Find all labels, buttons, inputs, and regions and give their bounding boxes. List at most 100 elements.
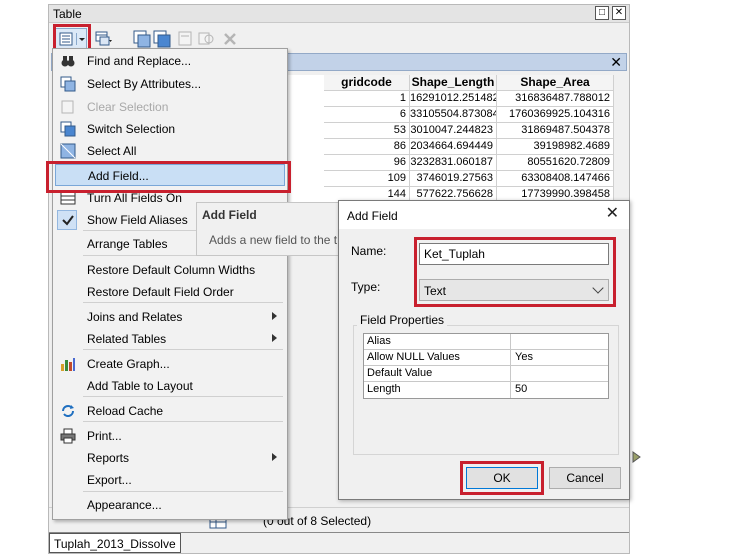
menu-item-reload-cache[interactable]: Reload Cache [55,400,285,422]
menu-item-label: Reports [87,451,130,465]
menu-item-label: Appearance... [87,498,162,512]
menu-item-add-table-to-layout[interactable]: Add Table to Layout [55,375,285,397]
menu-item-clear-selection: Clear Selection [55,96,285,118]
table-cell: 63308408.147466 [497,171,614,187]
menu-item-appearance[interactable]: Appearance... [55,494,285,516]
dialog-close-button[interactable]: ✕ [606,205,619,223]
table-tab[interactable]: Tuplah_2013_Dissolve [49,533,181,553]
grid-header-row: gridcode Shape_Length Shape_Area [287,75,627,91]
property-value[interactable]: 50 [512,382,527,398]
column-header[interactable]: gridcode [324,75,410,91]
menu-item-label: Restore Default Field Order [87,285,234,299]
window-title: Table [53,7,82,21]
table-cell: 39198982.4689 [497,139,614,155]
ok-button[interactable]: OK [466,467,538,489]
property-row[interactable]: Length 50 [364,382,608,398]
menu-item-label: Find and Replace... [87,54,192,68]
property-key: Length [364,382,511,398]
type-label: Type: [351,280,381,294]
select-attributes-icon [60,76,76,92]
menu-item-print[interactable]: Print... [55,425,285,447]
menu-item-label: Show Field Aliases [87,213,188,227]
menu-item-restore-default-column-widths[interactable]: Restore Default Column Widths [55,259,285,281]
table-cell: 2034664.694449 [410,139,497,155]
table-row[interactable]: 86 2034664.694449 39198982.4689 [287,139,627,155]
field-properties-table: Alias Allow NULL Values Yes Default Value Le… [363,333,609,399]
table-options-menu: Find and Replace... Select By Attributes.… [46,48,291,520]
table-row[interactable]: 1 16291012.251482 316836487.788012 [287,91,627,107]
field-name-input[interactable] [419,243,609,265]
tab-close-button[interactable]: ✕ [610,54,622,70]
property-key: Allow NULL Values [364,350,511,366]
related-tables-icon[interactable] [95,30,113,48]
column-header[interactable]: Shape_Area [497,75,614,91]
dialog-body: Name: Type: Text Field Properties AliasA… [339,229,629,499]
menu-item-export[interactable]: Export... [55,469,285,491]
menu-item-create-graph[interactable]: Create Graph... [55,353,285,375]
menu-item-label: Create Graph... [87,357,170,371]
tooltip-body: Adds a new field to the t [209,233,338,247]
table-cell: 3232831.060187 [410,155,497,171]
switch-selection-icon[interactable] [153,30,171,48]
property-row[interactable]: Alias [364,334,608,350]
table-row[interactable]: 6 33105504.873084 1760369925.104316 [287,107,627,123]
menu-item-reports[interactable]: Reports [55,447,285,469]
table-cell: 109 [324,171,410,187]
fields-icon [60,191,76,205]
printer-icon [60,428,76,444]
property-row[interactable]: Allow NULL Values Yes [364,350,608,366]
table-cell: 6 [324,107,410,123]
property-key: Alias [364,334,511,350]
table-cell: 53 [324,123,410,139]
select-by-attributes-icon[interactable] [133,30,151,48]
menu-item-related-tables[interactable]: Related Tables [55,328,285,350]
add-field-dialog: Add Field ✕ Name: Type: Text Field Prope… [338,200,630,500]
menu-item-label: Select By Attributes... [87,77,202,91]
table-row[interactable]: 109 3746019.27563 63308408.147466 [287,171,627,187]
menu-item-joins-and-relates[interactable]: Joins and Relates [55,306,285,328]
menu-item-select-all[interactable]: Select All [55,140,285,162]
menu-item-select-by-attributes[interactable]: Select By Attributes... [55,73,285,95]
window-restore-button[interactable]: □ [595,6,609,20]
menu-item-label: Related Tables [87,332,167,346]
property-row[interactable]: Default Value [364,366,608,382]
tooltip-title: Add Field [202,208,257,222]
checkmark-icon [62,215,74,226]
menu-item-label: Print... [87,429,122,443]
clear-selection-icon[interactable] [177,30,195,48]
field-type-select[interactable]: Text [419,279,609,301]
table-cell: 3746019.27563 [410,171,497,187]
zoom-selected-icon[interactable] [197,30,215,48]
menu-item-switch-selection[interactable]: Switch Selection [55,118,285,140]
table-cell: 86 [324,139,410,155]
table-row[interactable]: 53 3010047.244823 31869487.504378 [287,123,627,139]
property-value[interactable] [512,366,515,382]
menu-item-find-and-replace[interactable]: Find and Replace... [55,50,285,72]
menu-item-restore-default-field-order[interactable]: Restore Default Field Order [55,281,285,303]
clear-selection-icon [61,100,74,114]
chevron-right-icon [272,334,277,342]
delete-selected-icon[interactable] [221,30,239,48]
column-header[interactable]: Shape_Length [410,75,497,91]
property-value[interactable]: Yes [512,350,533,366]
options-dropdown-arrow[interactable] [76,33,86,45]
menu-item-label: Add Field... [88,169,149,183]
bar-chart-icon [61,358,75,371]
table-options-button[interactable] [55,28,87,50]
menu-item-label: Switch Selection [87,122,176,136]
table-cell: 31869487.504378 [497,123,614,139]
window-close-button[interactable]: ✕ [612,6,626,20]
table-cell: 33105504.873084 [410,107,497,123]
property-key: Default Value [364,366,511,382]
menu-item-label: Clear Selection [87,100,169,114]
table-row[interactable]: 96 3232831.060187 80551620.72809 [287,155,627,171]
cancel-button[interactable]: Cancel [549,467,621,489]
chevron-right-icon [272,453,277,461]
chevron-down-icon [592,282,604,294]
field-type-value: Text [424,284,447,298]
add-field-tooltip: Add Field Adds a new field to the t [196,202,346,256]
menu-item-add-field[interactable]: Add Field... [55,164,285,186]
property-value[interactable] [512,334,515,350]
binoculars-icon [61,56,75,67]
screenshot-stage: Table □ ✕ ✕ gridcode Shape_Length Shape_… [0,0,740,555]
